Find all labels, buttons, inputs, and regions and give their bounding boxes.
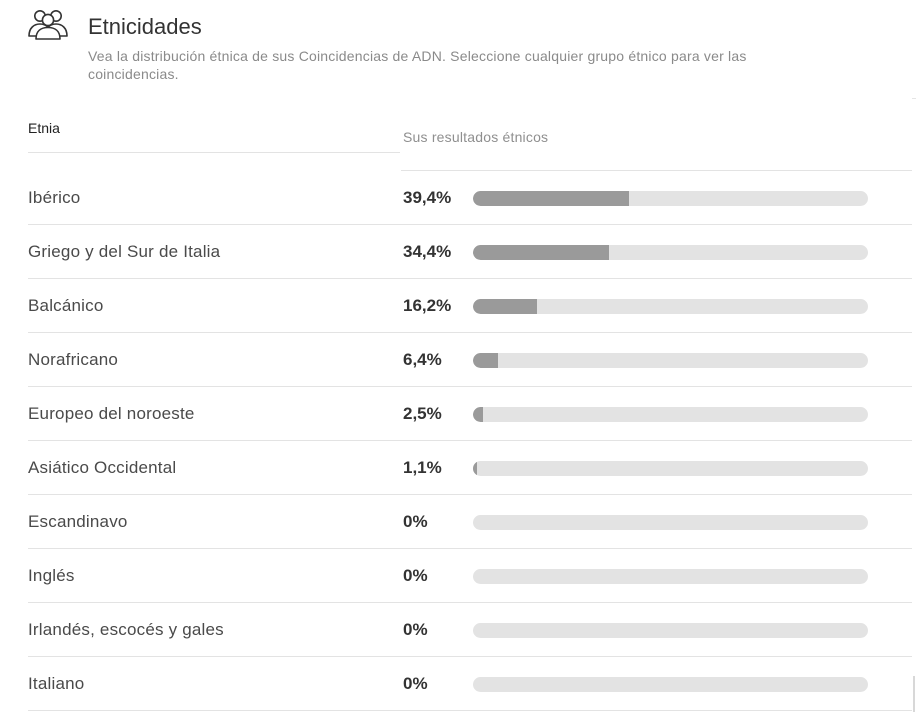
ethnicity-percent: 6,4%	[403, 350, 442, 369]
ethnicity-row[interactable]: Europeo del noroeste 2,5%	[0, 387, 916, 441]
percent-bar	[473, 191, 868, 206]
divider	[912, 98, 916, 99]
ethnicity-percent: 0%	[403, 512, 428, 531]
ethnicity-name: Asiático Occidental	[28, 458, 177, 477]
page-subtitle: Vea la distribución étnica de sus Coinci…	[88, 48, 747, 82]
ethnicity-row[interactable]: Inglés 0%	[0, 549, 916, 603]
ethnicity-name: Balcánico	[28, 296, 104, 315]
ethnicity-row[interactable]: Escandinavo 0%	[0, 495, 916, 549]
ethnicity-table: Ibérico 39,4% Griego y del Sur de Italia…	[0, 171, 916, 711]
ethnicity-percent: 0%	[403, 566, 428, 585]
ethnicity-name: Griego y del Sur de Italia	[28, 242, 221, 261]
divider	[28, 152, 400, 153]
divider	[28, 710, 401, 711]
percent-bar	[473, 515, 868, 530]
ethnicity-row[interactable]: Norafricano 6,4%	[0, 333, 916, 387]
ethnicity-percent: 39,4%	[403, 188, 452, 207]
ethnicity-percent: 0%	[403, 620, 428, 639]
ethnicity-name: Escandinavo	[28, 512, 128, 531]
percent-bar	[473, 299, 868, 314]
ethnicity-row[interactable]: Italiano 0%	[0, 657, 916, 711]
ethnicity-percent: 34,4%	[403, 242, 452, 261]
ethnicity-row[interactable]: Irlandés, escocés y gales 0%	[0, 603, 916, 657]
ethnicity-name: Norafricano	[28, 350, 119, 369]
ethnicity-row[interactable]: Asiático Occidental 1,1%	[0, 441, 916, 495]
ethnicity-name: Ibérico	[28, 188, 81, 207]
ethnicity-percent: 2,5%	[403, 404, 442, 423]
column-header-ethnicity: Etnia	[28, 120, 60, 136]
ethnicity-name: Irlandés, escocés y gales	[28, 620, 224, 639]
percent-bar-fill	[473, 461, 478, 476]
column-header-results: Sus resultados étnicos	[403, 129, 549, 145]
ethnicity-name: Italiano	[28, 674, 85, 693]
percent-bar-fill	[473, 353, 499, 368]
percent-bar	[473, 245, 868, 260]
ethnicity-row[interactable]: Balcánico 16,2%	[0, 279, 916, 333]
divider	[401, 710, 912, 711]
ethnicity-percent: 16,2%	[403, 296, 452, 315]
ethnicity-name: Inglés	[28, 566, 75, 585]
ethnicity-row[interactable]: Griego y del Sur de Italia 34,4%	[0, 225, 916, 279]
percent-bar	[473, 623, 868, 638]
percent-bar-fill	[473, 407, 483, 422]
ethnicity-row[interactable]: Ibérico 39,4%	[0, 171, 916, 225]
page-title: Etnicidades	[88, 14, 202, 39]
ethnicity-percent: 1,1%	[403, 458, 442, 477]
percent-bar	[473, 569, 868, 584]
percent-bar-fill	[473, 299, 537, 314]
ethnicity-percent: 0%	[403, 674, 428, 693]
percent-bar	[473, 353, 868, 368]
percent-bar-fill	[473, 245, 609, 260]
scrollbar[interactable]	[913, 676, 915, 712]
percent-bar	[473, 677, 868, 692]
percent-bar-fill	[473, 191, 629, 206]
ethnicity-name: Europeo del noroeste	[28, 404, 195, 423]
percent-bar	[473, 407, 868, 422]
users-group-icon	[26, 6, 70, 42]
percent-bar	[473, 461, 868, 476]
